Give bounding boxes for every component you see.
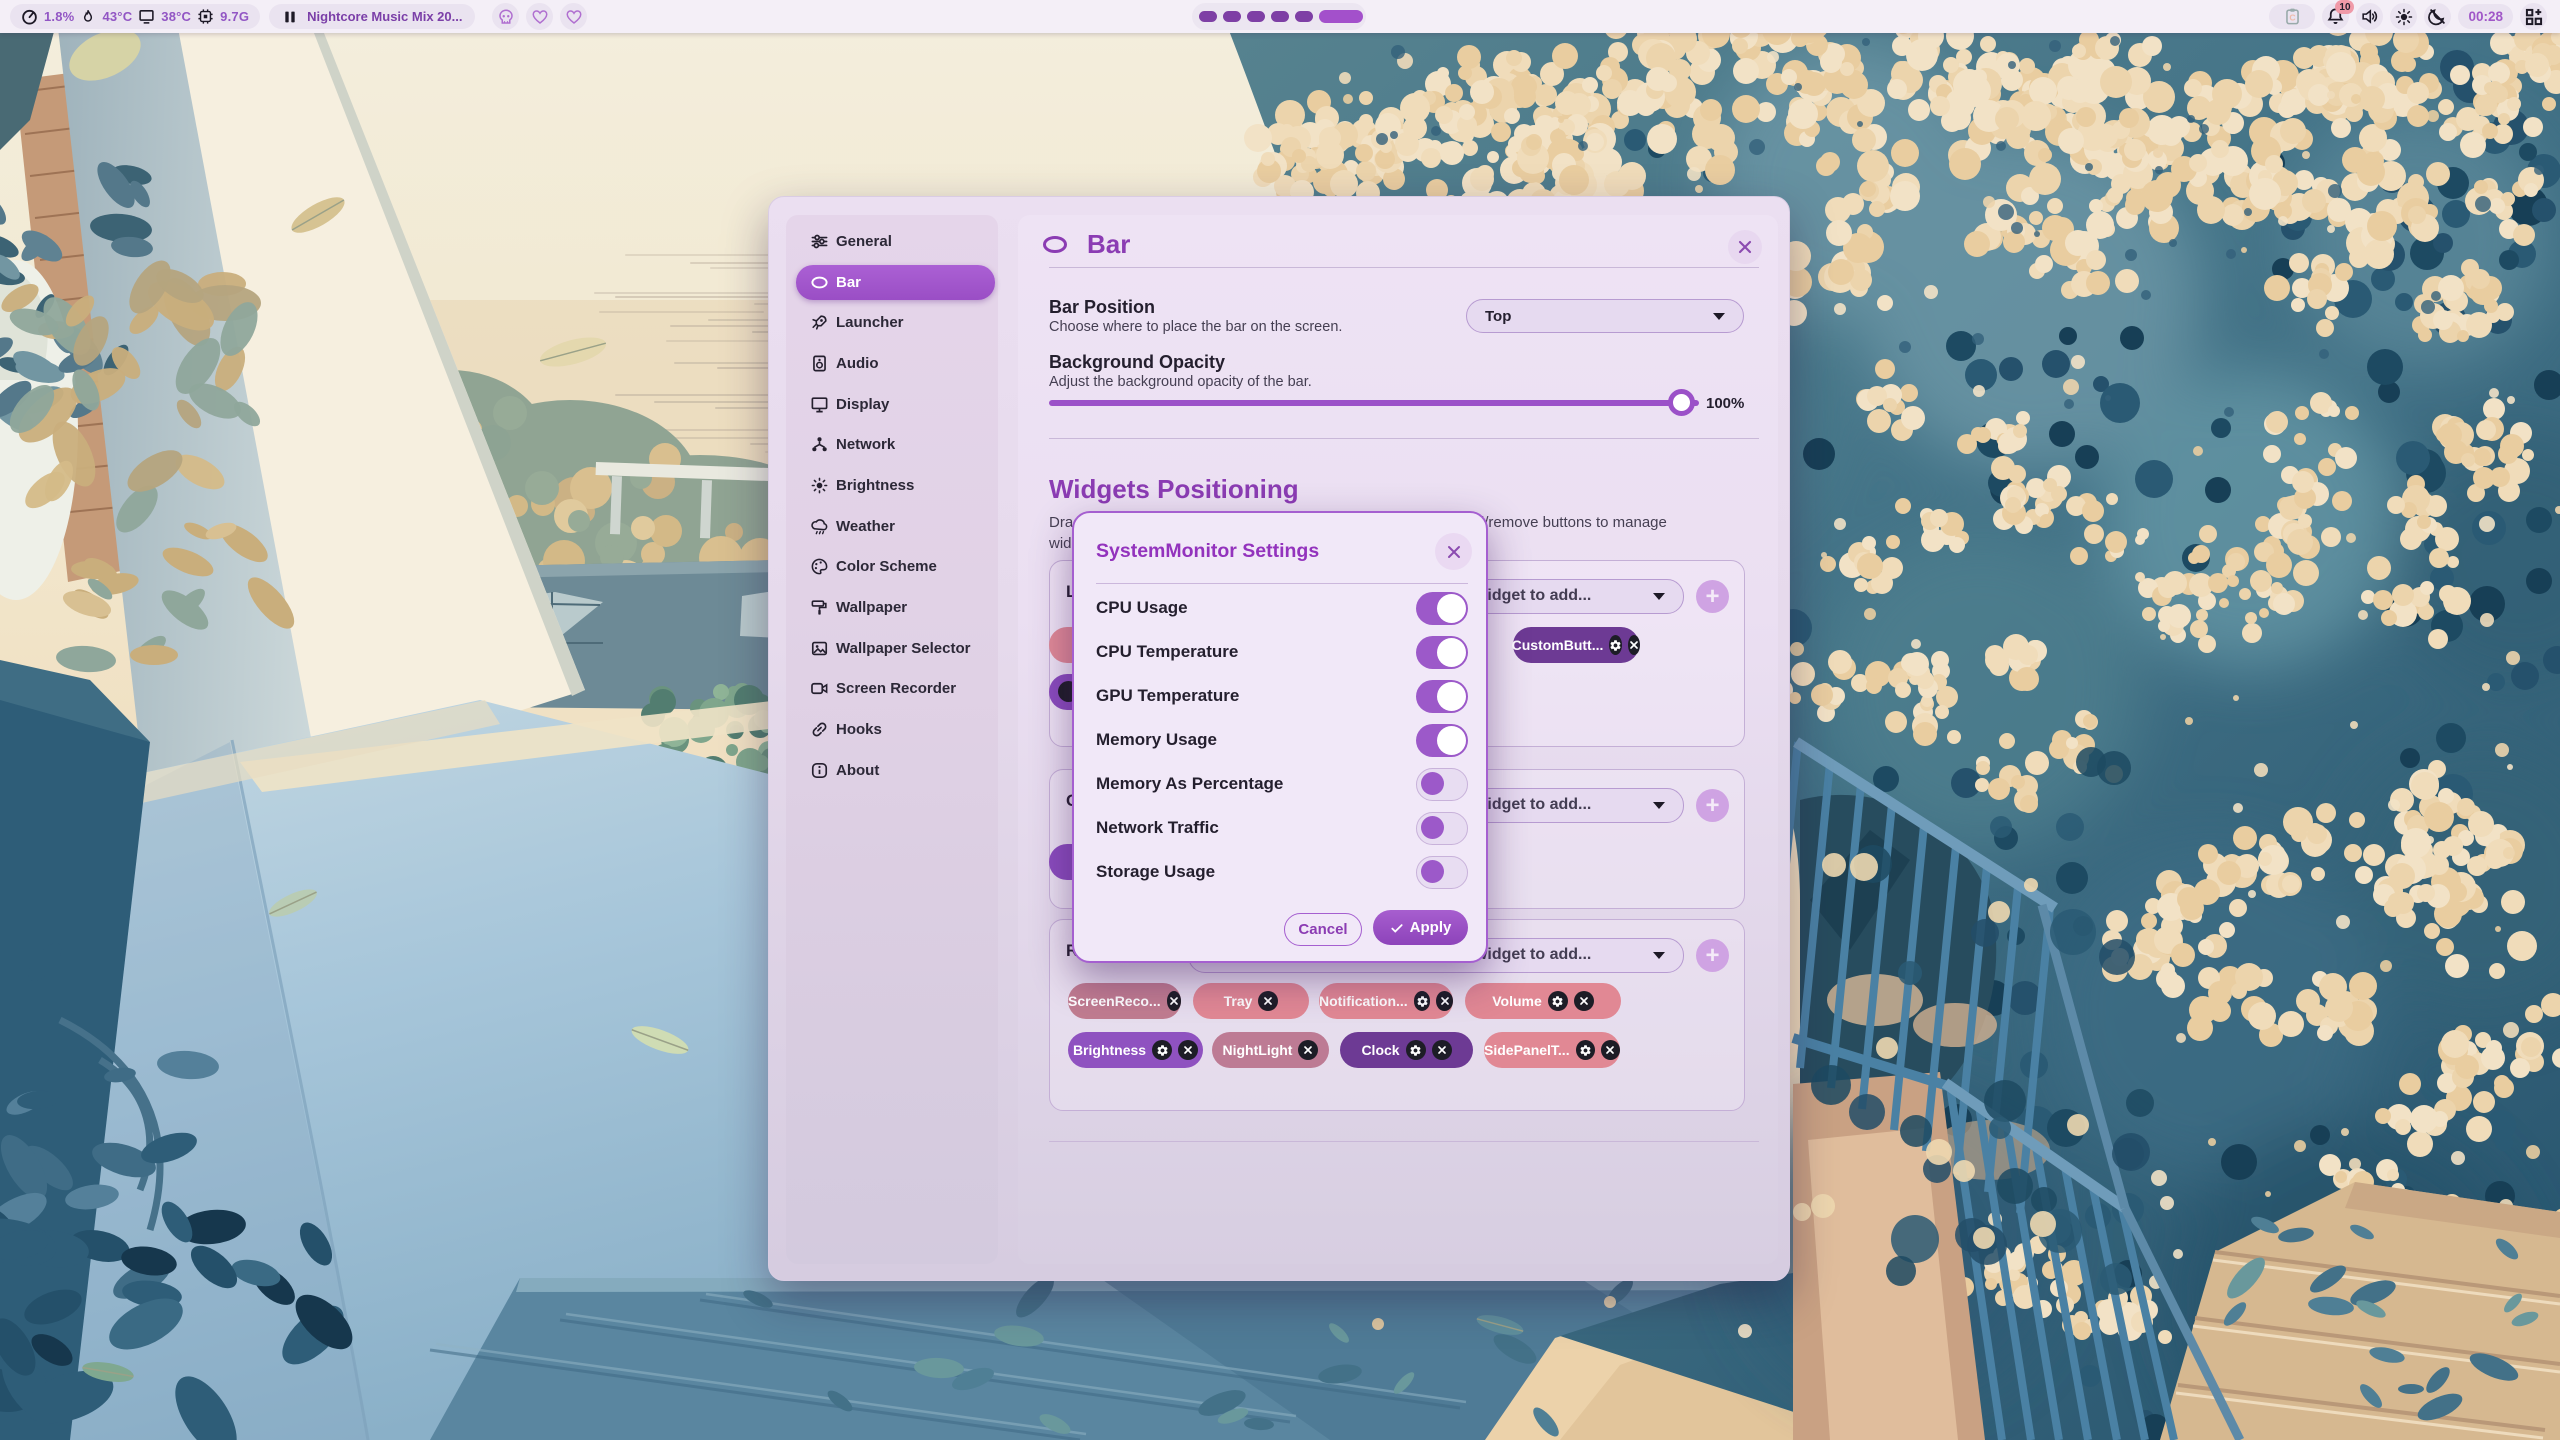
svg-text:C: C (2289, 12, 2296, 22)
